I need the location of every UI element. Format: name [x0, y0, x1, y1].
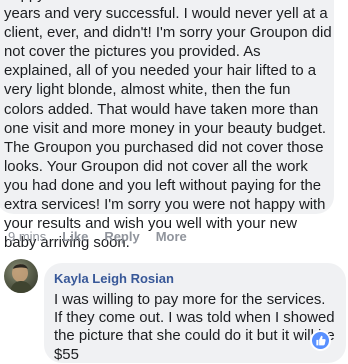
avatar-photo-icon [10, 264, 33, 293]
more-button[interactable]: More [156, 229, 187, 244]
comment-text: happy! We have been in business for over… [4, 0, 332, 252]
like-button[interactable]: Like [62, 229, 88, 244]
reply-button[interactable]: Reply [104, 229, 139, 244]
comment-bubble: Kayla Leigh Rosian I was willing to pay … [44, 263, 346, 363]
comment-author-link[interactable]: Kayla Leigh Rosian [54, 271, 174, 286]
thumbs-up-icon [316, 335, 326, 346]
avatar[interactable] [4, 259, 38, 293]
comment-bubble-previous: happy! We have been in business for over… [0, 0, 334, 251]
comment-actions: 9 mins Like Reply More [8, 229, 187, 244]
comment-text: I was willing to pay more for the servic… [54, 292, 335, 363]
comment-timestamp[interactable]: 9 mins [8, 229, 46, 244]
